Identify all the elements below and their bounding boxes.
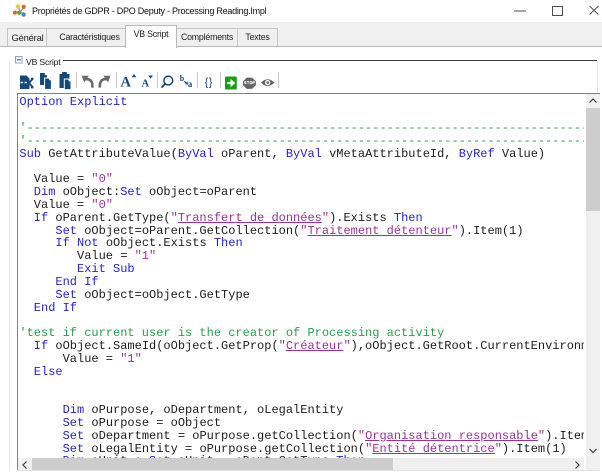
svg-text:{}: {} <box>205 76 214 88</box>
svg-text:a: a <box>188 79 193 89</box>
svg-text:A: A <box>142 79 150 90</box>
svg-text:A: A <box>121 75 132 91</box>
